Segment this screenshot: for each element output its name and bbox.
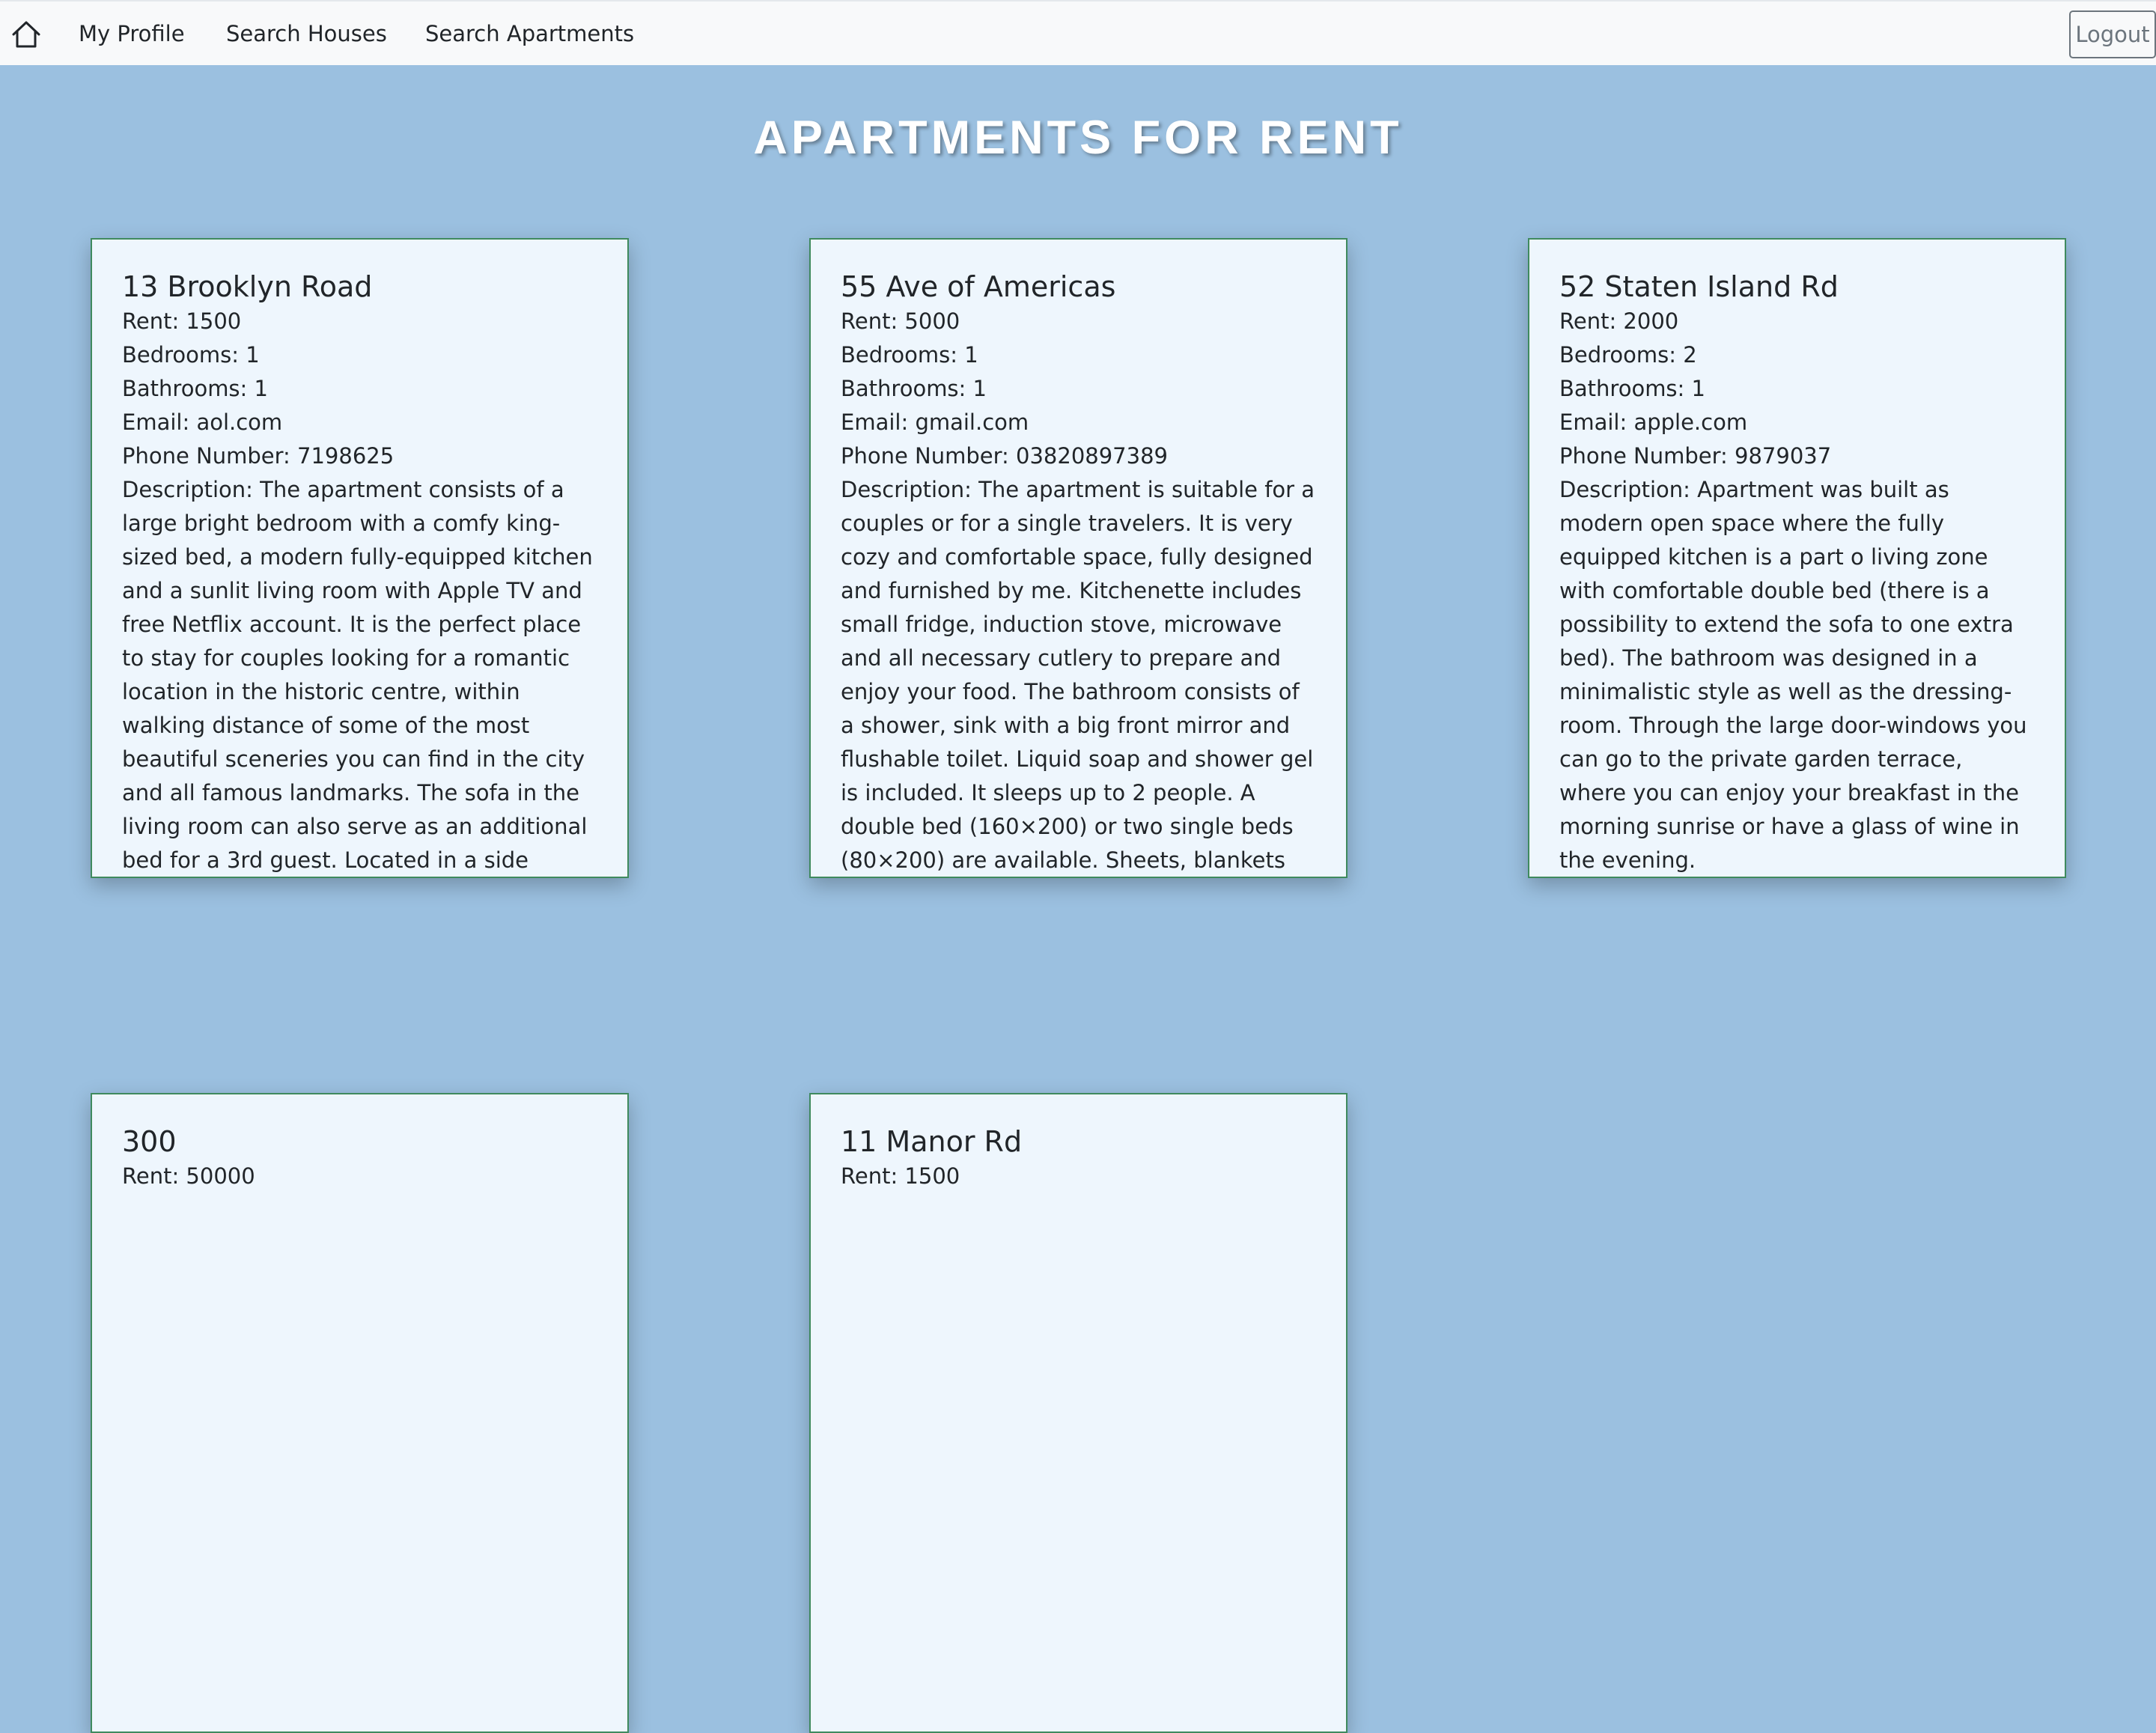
listing-bathrooms: Bathrooms: 1 — [1559, 376, 1705, 401]
listing-card[interactable]: 13 Brooklyn Road Rent: 1500 Bedrooms: 1 … — [91, 238, 629, 878]
listing-phone: Phone Number: 9879037 — [1559, 443, 1832, 469]
listing-description: Description: The apartment consists of a… — [122, 477, 593, 873]
listing-title: 55 Ave of Americas — [841, 270, 1116, 303]
listing-bedrooms: Bedrooms: 1 — [122, 342, 260, 368]
listing-card[interactable]: 300 Rent: 50000 — [91, 1093, 629, 1733]
listing-phone: Phone Number: 03820897389 — [841, 443, 1168, 469]
listing-rent: Rent: 5000 — [841, 308, 960, 334]
listing-bedrooms: Bedrooms: 1 — [841, 342, 978, 368]
listing-title: 300 — [122, 1125, 177, 1158]
top-navbar: My Profile Search Houses Search Apartmen… — [0, 0, 2156, 65]
listing-card[interactable]: 55 Ave of Americas Rent: 5000 Bedrooms: … — [809, 238, 1348, 878]
listing-email: Email: gmail.com — [841, 409, 1029, 435]
page-title: APARTMENTS FOR RENT — [753, 112, 1403, 164]
listing-rent: Rent: 2000 — [1559, 308, 1679, 334]
listing-bathrooms: Bathrooms: 1 — [841, 376, 987, 401]
home-link[interactable] — [10, 19, 42, 49]
listing-rent: Rent: 1500 — [841, 1163, 960, 1189]
listing-email: Email: apple.com — [1559, 409, 1748, 435]
listing-description: Description: The apartment is suitable f… — [841, 477, 1315, 873]
listing-rent: Rent: 50000 — [122, 1163, 255, 1189]
listing-card[interactable]: 11 Manor Rd Rent: 1500 — [809, 1093, 1348, 1733]
listing-card[interactable]: 52 Staten Island Rd Rent: 2000 Bedrooms:… — [1528, 238, 2066, 878]
listing-email: Email: aol.com — [122, 409, 283, 435]
home-icon — [12, 21, 40, 48]
nav-search-apartments[interactable]: Search Apartments — [425, 21, 634, 46]
nav-search-houses[interactable]: Search Houses — [226, 21, 387, 46]
listing-bedrooms: Bedrooms: 2 — [1559, 342, 1697, 368]
logout-button[interactable]: Logout — [2069, 10, 2156, 58]
listing-phone: Phone Number: 7198625 — [122, 443, 395, 469]
listing-rent: Rent: 1500 — [122, 308, 242, 334]
listing-bathrooms: Bathrooms: 1 — [122, 376, 268, 401]
listing-title: 11 Manor Rd — [841, 1125, 1023, 1158]
listing-title: 13 Brooklyn Road — [122, 270, 373, 303]
listing-description: Description: Apartment was built as mode… — [1559, 477, 2027, 873]
nav-my-profile[interactable]: My Profile — [79, 21, 185, 46]
listing-title: 52 Staten Island Rd — [1559, 270, 1839, 303]
